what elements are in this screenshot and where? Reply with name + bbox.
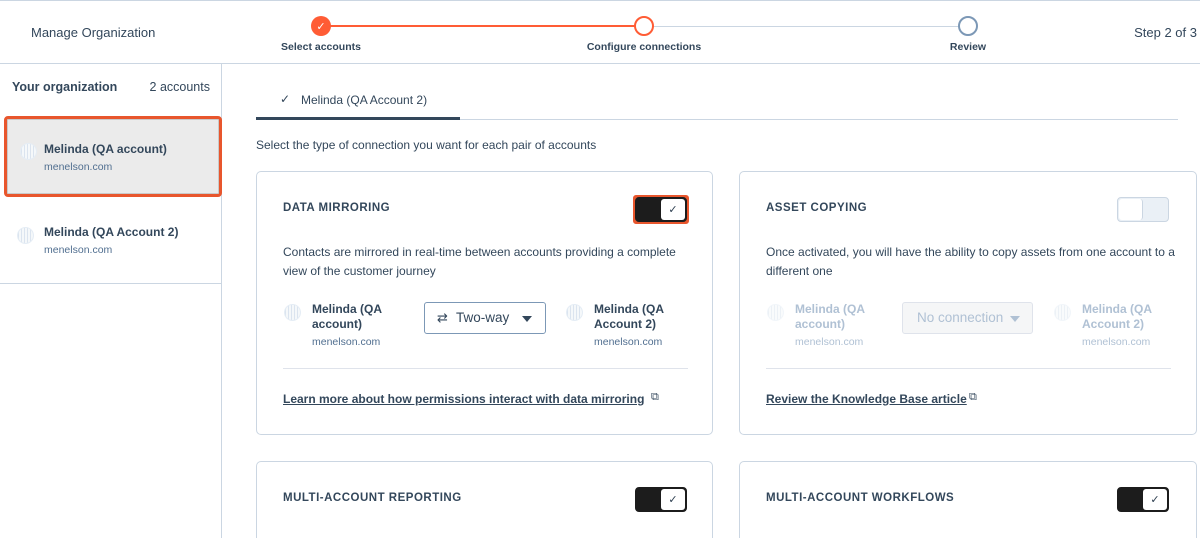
- left-account-name: Melinda (QA account): [312, 302, 382, 331]
- sidebar-account-qa-account-2[interactable]: Melinda (QA Account 2) menelson.com: [0, 204, 222, 286]
- chevron-down-icon: [522, 316, 532, 322]
- connection-type-select[interactable]: No connection: [902, 302, 1033, 334]
- asset-copying-card: ASSET COPYING Once activated, you will h…: [739, 171, 1197, 435]
- right-account-domain: menelson.com: [594, 336, 663, 348]
- sidebar-divider: [0, 283, 222, 284]
- card-description: Contacts are mirrored in real-time betwe…: [283, 245, 676, 278]
- main-content: ✓ Melinda (QA Account 2) Select the type…: [223, 64, 1200, 538]
- account-avatar-icon: [566, 304, 583, 321]
- check-icon: ✓: [1143, 489, 1167, 510]
- check-icon: ✓: [316, 20, 326, 33]
- organization-sidebar: Your organization 2 accounts Melinda (QA…: [0, 64, 222, 538]
- multi-account-workflows-card: MULTI-ACCOUNT WORKFLOWS ✓: [739, 461, 1197, 538]
- asset-copying-toggle[interactable]: [1117, 197, 1169, 222]
- step-label-review: Review: [949, 41, 987, 53]
- card-divider: [283, 368, 688, 369]
- top-header: Manage Organization ✓ Select accounts Co…: [0, 0, 1200, 64]
- account-avatar-icon: [20, 143, 37, 160]
- select-value: No connection: [917, 310, 1004, 325]
- step-1-complete-icon: ✓: [311, 16, 331, 36]
- external-link-icon: ⧉: [969, 391, 977, 403]
- app-title: Manage Organization: [31, 25, 156, 40]
- account-domain: menelson.com: [44, 161, 113, 173]
- stepper-remaining-line: [653, 26, 959, 27]
- chevron-down-icon: [1010, 316, 1020, 322]
- step-indicator: Step 2 of 3: [1134, 25, 1197, 40]
- sidebar-header: Your organization 2 accounts: [0, 64, 222, 110]
- step-3-pending-icon: [958, 16, 978, 36]
- account-avatar-icon: [767, 304, 784, 321]
- sidebar-title: Your organization: [12, 80, 118, 94]
- right-account-name: Melinda (QA Account 2): [594, 302, 664, 331]
- tab-melinda-qa-account-2[interactable]: ✓ Melinda (QA Account 2): [256, 91, 460, 119]
- swap-arrows-icon: ⇄: [437, 310, 448, 325]
- tab-label: Melinda (QA Account 2): [301, 93, 428, 107]
- left-account-domain: menelson.com: [795, 336, 864, 348]
- connection-type-select[interactable]: ⇄ Two-way: [424, 302, 546, 334]
- account-name: Melinda (QA account): [44, 142, 167, 156]
- account-avatar-icon: [1054, 304, 1071, 321]
- right-account-domain: menelson.com: [1082, 336, 1151, 348]
- check-icon: ✓: [280, 92, 291, 106]
- right-account-name: Melinda (QA Account 2): [1082, 302, 1152, 331]
- knowledge-base-link[interactable]: Review the Knowledge Base article: [766, 392, 967, 406]
- left-account-domain: menelson.com: [312, 336, 381, 348]
- left-account-name: Melinda (QA account): [795, 302, 865, 331]
- sidebar-account-qa-account[interactable]: Melinda (QA account) menelson.com: [4, 116, 222, 197]
- account-avatar-icon: [284, 304, 301, 321]
- step-2-active-icon: [634, 16, 654, 36]
- step-label-select-accounts: Select accounts: [281, 41, 361, 53]
- external-link-icon: ⧉: [651, 391, 659, 403]
- data-mirroring-card: DATA MIRRORING ✓ Contacts are mirrored i…: [256, 171, 713, 435]
- check-icon: ✓: [661, 199, 685, 220]
- account-domain: menelson.com: [44, 244, 113, 256]
- card-title: MULTI-ACCOUNT WORKFLOWS: [766, 492, 955, 504]
- card-description: Once activated, you will have the abilit…: [766, 245, 1175, 278]
- card-title: MULTI-ACCOUNT REPORTING: [283, 492, 462, 504]
- active-tab-underline: [256, 117, 460, 120]
- check-icon: ✓: [661, 489, 685, 510]
- multi-account-reporting-toggle[interactable]: ✓: [635, 487, 687, 512]
- data-mirroring-toggle[interactable]: ✓: [635, 197, 687, 222]
- account-avatar-icon: [17, 227, 34, 244]
- stepper-progress-line: [330, 25, 636, 27]
- account-count: 2 accounts: [149, 80, 210, 94]
- step-label-configure-connections: Configure connections: [586, 41, 702, 53]
- card-title: DATA MIRRORING: [283, 202, 391, 214]
- card-divider: [766, 368, 1171, 369]
- card-title: ASSET COPYING: [766, 202, 868, 214]
- account-name: Melinda (QA Account 2): [44, 225, 179, 239]
- select-value: Two-way: [456, 310, 510, 325]
- toggle-knob: [1119, 199, 1143, 220]
- permissions-help-link[interactable]: Learn more about how permissions interac…: [283, 392, 644, 406]
- multi-account-workflows-toggle[interactable]: ✓: [1117, 487, 1169, 512]
- connection-instructions: Select the type of connection you want f…: [256, 138, 597, 152]
- multi-account-reporting-card: MULTI-ACCOUNT REPORTING ✓: [256, 461, 713, 538]
